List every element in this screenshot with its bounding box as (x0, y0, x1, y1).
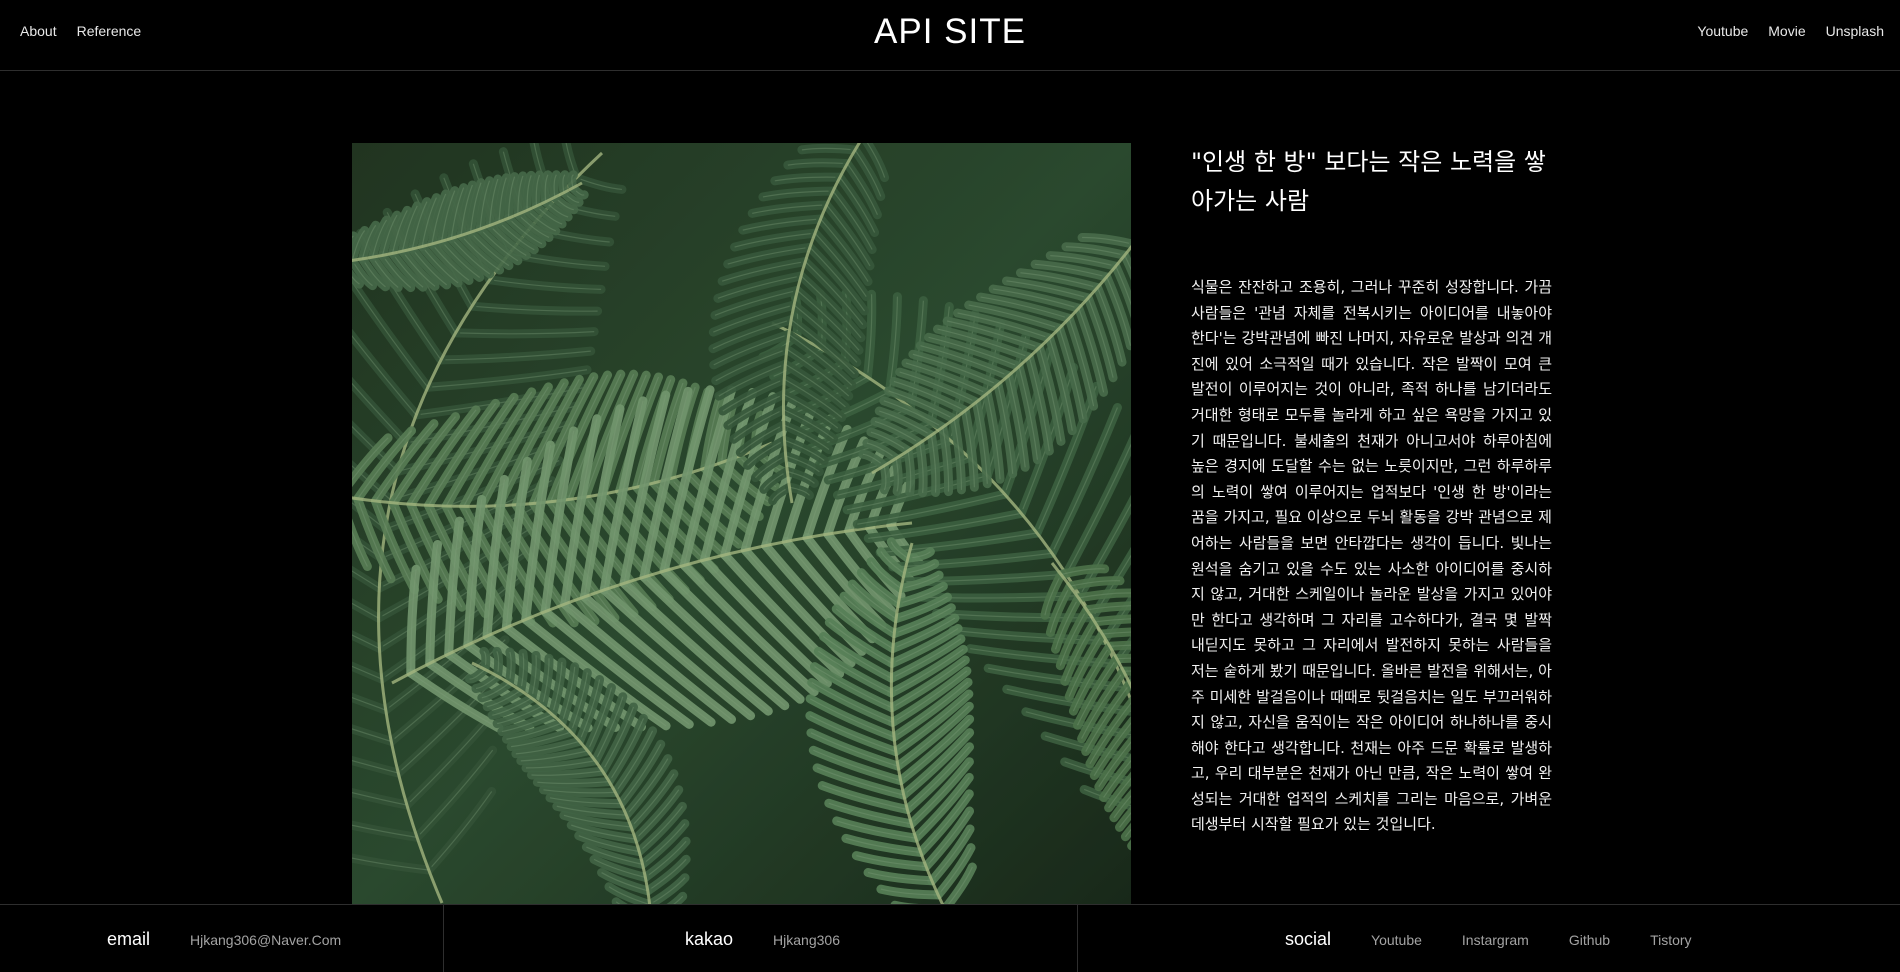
article-title: "인생 한 방" 보다는 작은 노력을 쌓아가는 사람 (1191, 148, 1546, 215)
footer-link-tistory[interactable]: Tistory (1650, 932, 1691, 948)
article-body: 식물은 잔잔하고 조용히, 그러나 꾸준히 성장합니다. 가끔 사람들은 '관념… (1191, 278, 1552, 834)
footer-link-github[interactable]: Github (1569, 932, 1610, 948)
footer-social-label: social (1285, 929, 1332, 949)
nav-link-movie[interactable]: Movie (1768, 23, 1805, 39)
footer-divider (443, 905, 444, 972)
header-nav-right: Youtube Movie Unsplash (1697, 23, 1884, 39)
site-title[interactable]: API SITE (0, 12, 1900, 52)
site-header: About Reference API SITE Youtube Movie U… (0, 0, 1900, 71)
footer-social: social Youtube Instargram Github Tistory (1285, 929, 1692, 950)
footer-link-instagram[interactable]: Instargram (1462, 932, 1529, 948)
nav-link-youtube[interactable]: Youtube (1697, 23, 1748, 39)
footer-email-value[interactable]: Hjkang306@Naver.Com (190, 932, 341, 948)
footer-kakao: kakao Hjkang306 (685, 929, 840, 950)
footer-email-label: email (107, 929, 151, 949)
footer-email: email Hjkang306@Naver.Com (107, 929, 341, 950)
leaf-group (352, 143, 1131, 905)
palm-leaves-photo (352, 143, 1131, 905)
footer-kakao-value[interactable]: Hjkang306 (773, 932, 840, 948)
site-footer: email Hjkang306@Naver.Com kakao Hjkang30… (0, 904, 1900, 972)
footer-link-youtube[interactable]: Youtube (1371, 932, 1422, 948)
palm-leaves-image (352, 143, 1131, 905)
article: "인생 한 방" 보다는 작은 노력을 쌓아가는 사람 식물은 잔잔하고 조용히… (1191, 143, 1552, 838)
nav-link-unsplash[interactable]: Unsplash (1826, 23, 1884, 39)
footer-kakao-label: kakao (685, 929, 734, 949)
footer-divider (1077, 905, 1078, 972)
